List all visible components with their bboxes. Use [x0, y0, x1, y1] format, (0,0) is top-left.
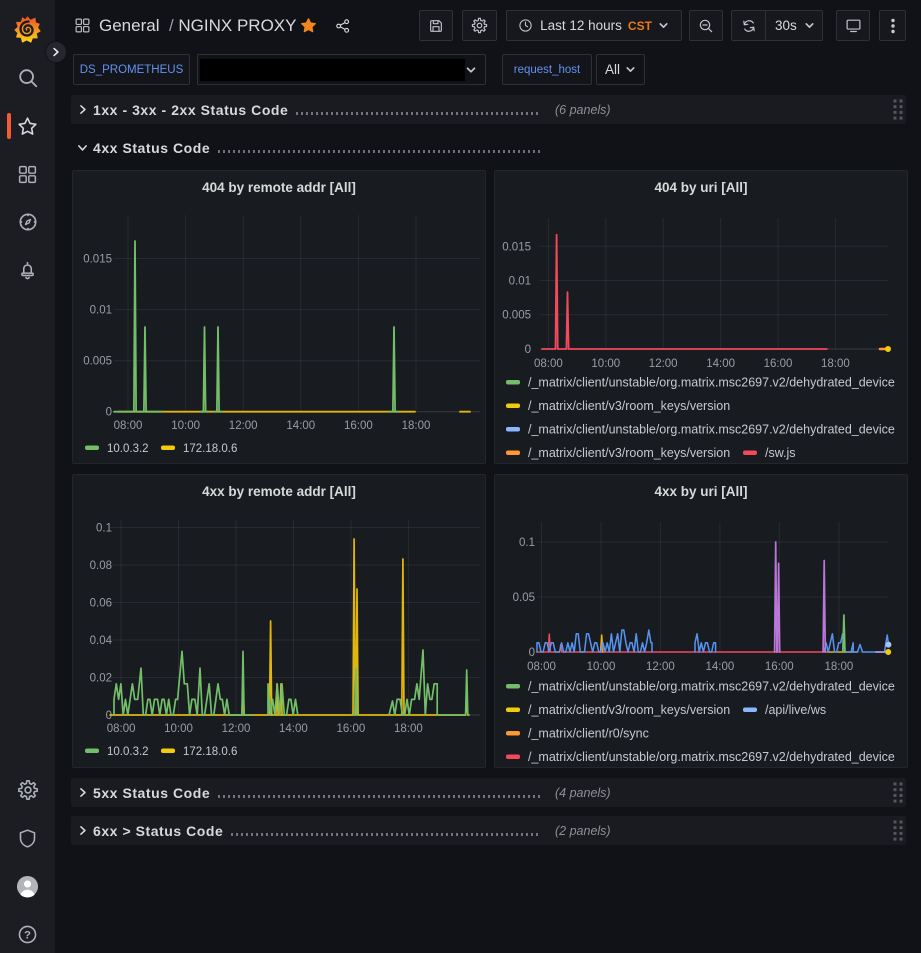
svg-text:/api/live/ws: /api/live/ws [765, 703, 826, 717]
svg-text:12:00: 12:00 [229, 420, 258, 432]
svg-text:0.08: 0.08 [90, 560, 112, 572]
svg-text:/_matrix/client/v3/room_keys/v: /_matrix/client/v3/room_keys/version [528, 399, 730, 413]
svg-text:/_matrix/client/v3/room_keys/v: /_matrix/client/v3/room_keys/version [528, 703, 730, 717]
svg-text:/_matrix/client/unstable/org.m: /_matrix/client/unstable/org.matrix.msc2… [528, 750, 895, 764]
svg-text:0.005: 0.005 [83, 356, 112, 368]
svg-text:10:00: 10:00 [591, 358, 620, 370]
svg-text:/_matrix/client/r0/sync: /_matrix/client/r0/sync [528, 727, 649, 741]
svg-text:12:00: 12:00 [646, 661, 675, 673]
svg-text:10.0.3.2: 10.0.3.2 [107, 443, 149, 455]
svg-text:0.01: 0.01 [509, 276, 531, 288]
svg-text:0.04: 0.04 [90, 635, 113, 647]
svg-text:0.05: 0.05 [513, 592, 535, 604]
svg-text:18:00: 18:00 [821, 358, 850, 370]
svg-text:/_matrix/client/unstable/org.m: /_matrix/client/unstable/org.matrix.msc2… [528, 423, 895, 437]
svg-text:172.18.0.6: 172.18.0.6 [183, 443, 237, 455]
svg-text:14:00: 14:00 [279, 723, 308, 735]
svg-text:14:00: 14:00 [706, 661, 735, 673]
svg-text:18:00: 18:00 [402, 420, 431, 432]
svg-text:0: 0 [525, 344, 531, 356]
svg-text:0.1: 0.1 [96, 523, 112, 535]
svg-text:18:00: 18:00 [394, 723, 423, 735]
svg-text:0: 0 [106, 710, 112, 722]
svg-text:08:00: 08:00 [534, 358, 563, 370]
svg-text:0.01: 0.01 [90, 305, 112, 317]
svg-text:10.0.3.2: 10.0.3.2 [107, 746, 149, 758]
svg-text:16:00: 16:00 [337, 723, 366, 735]
svg-text:18:00: 18:00 [825, 661, 854, 673]
svg-text:/sw.js: /sw.js [765, 446, 796, 460]
svg-text:/_matrix/client/v3/room_keys/v: /_matrix/client/v3/room_keys/version [528, 446, 730, 460]
svg-text:0.005: 0.005 [502, 310, 531, 322]
svg-text:10:00: 10:00 [164, 723, 193, 735]
svg-text:0.06: 0.06 [90, 598, 112, 610]
svg-text:0.1: 0.1 [519, 537, 535, 549]
svg-text:08:00: 08:00 [527, 661, 556, 673]
svg-text:0: 0 [106, 407, 112, 419]
svg-text:10:00: 10:00 [171, 420, 200, 432]
svg-text:08:00: 08:00 [107, 723, 136, 735]
svg-text:16:00: 16:00 [765, 661, 794, 673]
svg-text:12:00: 12:00 [649, 358, 678, 370]
svg-text:0.02: 0.02 [90, 673, 112, 685]
svg-text:14:00: 14:00 [286, 420, 315, 432]
svg-text:0.015: 0.015 [502, 241, 531, 253]
svg-text:16:00: 16:00 [764, 358, 793, 370]
svg-text:/_matrix/client/unstable/org.m: /_matrix/client/unstable/org.matrix.msc2… [528, 680, 895, 694]
svg-text:/_matrix/client/unstable/org.m: /_matrix/client/unstable/org.matrix.msc2… [528, 376, 895, 390]
svg-text:14:00: 14:00 [706, 358, 735, 370]
svg-text:?: ? [24, 929, 31, 941]
svg-text:172.18.0.6: 172.18.0.6 [183, 746, 237, 758]
svg-text:10:00: 10:00 [587, 661, 616, 673]
svg-text:16:00: 16:00 [344, 420, 373, 432]
svg-text:08:00: 08:00 [114, 420, 143, 432]
svg-text:12:00: 12:00 [222, 723, 251, 735]
svg-text:0: 0 [529, 647, 535, 659]
svg-text:0.015: 0.015 [83, 254, 112, 266]
